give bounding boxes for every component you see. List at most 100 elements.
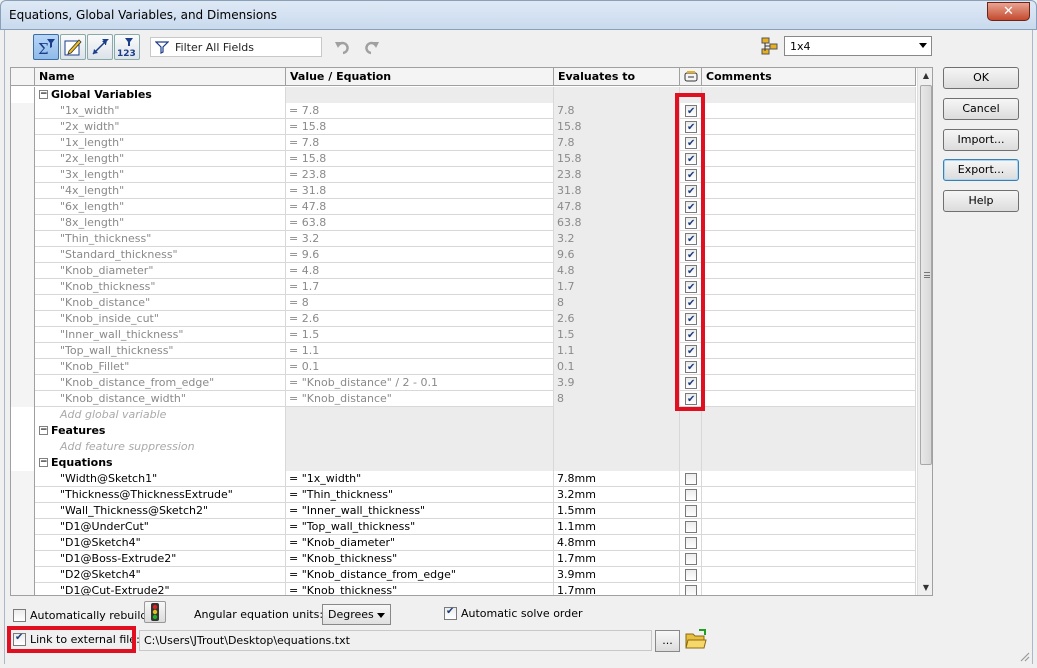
export-button[interactable]: Export... — [943, 159, 1019, 181]
name-cell[interactable]: "Knob_distance_width" — [35, 391, 286, 407]
global-variable-row[interactable]: "Knob_diameter" = 4.8 4.8 — [11, 263, 916, 279]
ordered-view-button[interactable]: 123 — [114, 34, 140, 60]
suppress-checkbox[interactable] — [685, 152, 697, 167]
value-cell[interactable]: = "Inner_wall_thickness" — [286, 503, 554, 519]
comment-cell[interactable] — [702, 119, 916, 135]
comment-cell[interactable] — [702, 551, 916, 567]
value-cell[interactable]: = 9.6 — [286, 247, 554, 263]
suppress-checkbox[interactable] — [685, 248, 697, 263]
global-variable-row[interactable]: "3x_length" = 23.8 23.8 — [11, 167, 916, 183]
value-cell[interactable]: = "Knob_thickness" — [286, 583, 554, 595]
value-cell[interactable]: = "Top_wall_thickness" — [286, 519, 554, 535]
ok-button[interactable]: OK — [943, 67, 1019, 89]
configuration-select[interactable]: 1x4 — [784, 36, 932, 56]
suppress-checkbox[interactable] — [685, 344, 697, 359]
name-cell[interactable]: "D1@Boss-Extrude2" — [35, 551, 286, 567]
dimension-view-button[interactable] — [87, 34, 113, 60]
global-variable-row[interactable]: "1x_length" = 7.8 7.8 — [11, 135, 916, 151]
global-variable-row[interactable]: "2x_length" = 15.8 15.8 — [11, 151, 916, 167]
value-cell[interactable]: = 15.8 — [286, 119, 554, 135]
global-variable-row[interactable]: "4x_length" = 31.8 31.8 — [11, 183, 916, 199]
suppress-checkbox[interactable] — [685, 168, 697, 183]
comment-cell[interactable] — [702, 391, 916, 407]
global-variable-row[interactable]: "Top_wall_thickness" = 1.1 1.1 — [11, 343, 916, 359]
add-feature-suppression-row[interactable]: Add feature suppression — [11, 439, 916, 455]
name-cell[interactable]: "Knob_Fillet" — [35, 359, 286, 375]
comment-cell[interactable] — [702, 183, 916, 199]
suppress-checkbox[interactable] — [685, 232, 697, 247]
equation-row[interactable]: "Thickness@ThicknessExtrude" = "Thin_thic… — [11, 487, 916, 503]
suppress-checkbox[interactable] — [685, 264, 697, 279]
comment-cell[interactable] — [702, 311, 916, 327]
equation-view-button[interactable]: Σ — [33, 34, 59, 60]
equation-row[interactable]: "D2@Sketch4" = "Knob_distance_from_edge" 3… — [11, 567, 916, 583]
help-button[interactable]: Help — [943, 190, 1019, 212]
name-cell[interactable]: "D1@Sketch4" — [35, 535, 286, 551]
suppress-checkbox[interactable] — [685, 280, 697, 295]
name-cell[interactable]: "4x_length" — [35, 183, 286, 199]
resize-grip-icon[interactable] — [1018, 650, 1030, 662]
global-variable-row[interactable]: "2x_width" = 15.8 15.8 — [11, 119, 916, 135]
header-name[interactable]: Name — [35, 68, 286, 86]
suppress-checkbox[interactable] — [685, 585, 697, 595]
value-cell[interactable]: = "Knob_distance" — [286, 391, 554, 407]
comment-cell[interactable] — [702, 231, 916, 247]
angular-units-select[interactable]: Degrees — [322, 604, 391, 625]
value-cell[interactable]: = 2.6 — [286, 311, 554, 327]
global-variable-row[interactable]: "Knob_distance_from_edge" = "Knob_distanc… — [11, 375, 916, 391]
suppress-checkbox[interactable] — [685, 537, 697, 549]
name-cell[interactable]: "1x_length" — [35, 135, 286, 151]
value-cell[interactable]: = "Knob_thickness" — [286, 551, 554, 567]
section-label[interactable]: − Features — [35, 423, 286, 439]
suppress-checkbox[interactable] — [685, 553, 697, 565]
global-variable-row[interactable]: "6x_length" = 47.8 47.8 — [11, 199, 916, 215]
comment-cell[interactable] — [702, 471, 916, 487]
value-cell[interactable]: = 1.1 — [286, 343, 554, 359]
equation-row[interactable]: "Width@Sketch1" = "1x_width" 7.8mm — [11, 471, 916, 487]
auto-solve-checkbox[interactable] — [444, 606, 457, 620]
header-evaluates[interactable]: Evaluates to — [554, 68, 680, 86]
equation-row[interactable]: "D1@Boss-Extrude2" = "Knob_thickness" 1.7m… — [11, 551, 916, 567]
suppress-checkbox[interactable] — [685, 136, 697, 151]
suppress-checkbox[interactable] — [685, 104, 697, 119]
comment-cell[interactable] — [702, 567, 916, 583]
add-placeholder[interactable]: Add feature suppression — [35, 439, 286, 455]
import-button[interactable]: Import... — [943, 129, 1019, 151]
equation-row[interactable]: "Wall_Thickness@Sketch2" = "Inner_wall_th… — [11, 503, 916, 519]
name-cell[interactable]: "Top_wall_thickness" — [35, 343, 286, 359]
comment-cell[interactable] — [702, 487, 916, 503]
add-placeholder[interactable]: Add global variable — [35, 407, 286, 423]
comment-cell[interactable] — [702, 151, 916, 167]
suppress-checkbox[interactable] — [685, 376, 697, 391]
value-cell[interactable]: = 7.8 — [286, 135, 554, 151]
comment-cell[interactable] — [702, 263, 916, 279]
name-cell[interactable]: "Wall_Thickness@Sketch2" — [35, 503, 286, 519]
name-cell[interactable]: "Thickness@ThicknessExtrude" — [35, 487, 286, 503]
undo-button[interactable] — [333, 37, 353, 57]
global-variable-row[interactable]: "1x_width" = 7.8 7.8 — [11, 103, 916, 119]
add-global-variable-row[interactable]: Add global variable — [11, 407, 916, 423]
suppress-checkbox[interactable] — [685, 216, 697, 231]
name-cell[interactable]: "D1@Cut-Extrude2" — [35, 583, 286, 595]
cancel-button[interactable]: Cancel — [943, 98, 1019, 120]
comment-cell[interactable] — [702, 247, 916, 263]
sketch-equation-view-button[interactable] — [60, 34, 86, 60]
name-cell[interactable]: "Thin_thickness" — [35, 231, 286, 247]
comment-cell[interactable] — [702, 135, 916, 151]
value-cell[interactable]: = 15.8 — [286, 151, 554, 167]
value-cell[interactable]: = 31.8 — [286, 183, 554, 199]
suppress-checkbox[interactable] — [685, 120, 697, 135]
name-cell[interactable]: "Knob_inside_cut" — [35, 311, 286, 327]
suppress-checkbox[interactable] — [685, 473, 697, 485]
name-cell[interactable]: "8x_length" — [35, 215, 286, 231]
name-cell[interactable]: "Standard_thickness" — [35, 247, 286, 263]
comment-cell[interactable] — [702, 327, 916, 343]
comment-cell[interactable] — [702, 535, 916, 551]
value-cell[interactable]: = 47.8 — [286, 199, 554, 215]
name-cell[interactable]: "Knob_thickness" — [35, 279, 286, 295]
name-cell[interactable]: "Inner_wall_thickness" — [35, 327, 286, 343]
header-comments[interactable]: Comments — [702, 68, 916, 86]
section-label[interactable]: − Equations — [35, 455, 286, 471]
value-cell[interactable]: = 3.2 — [286, 231, 554, 247]
auto-solve-option[interactable]: Automatic solve order — [444, 606, 583, 620]
